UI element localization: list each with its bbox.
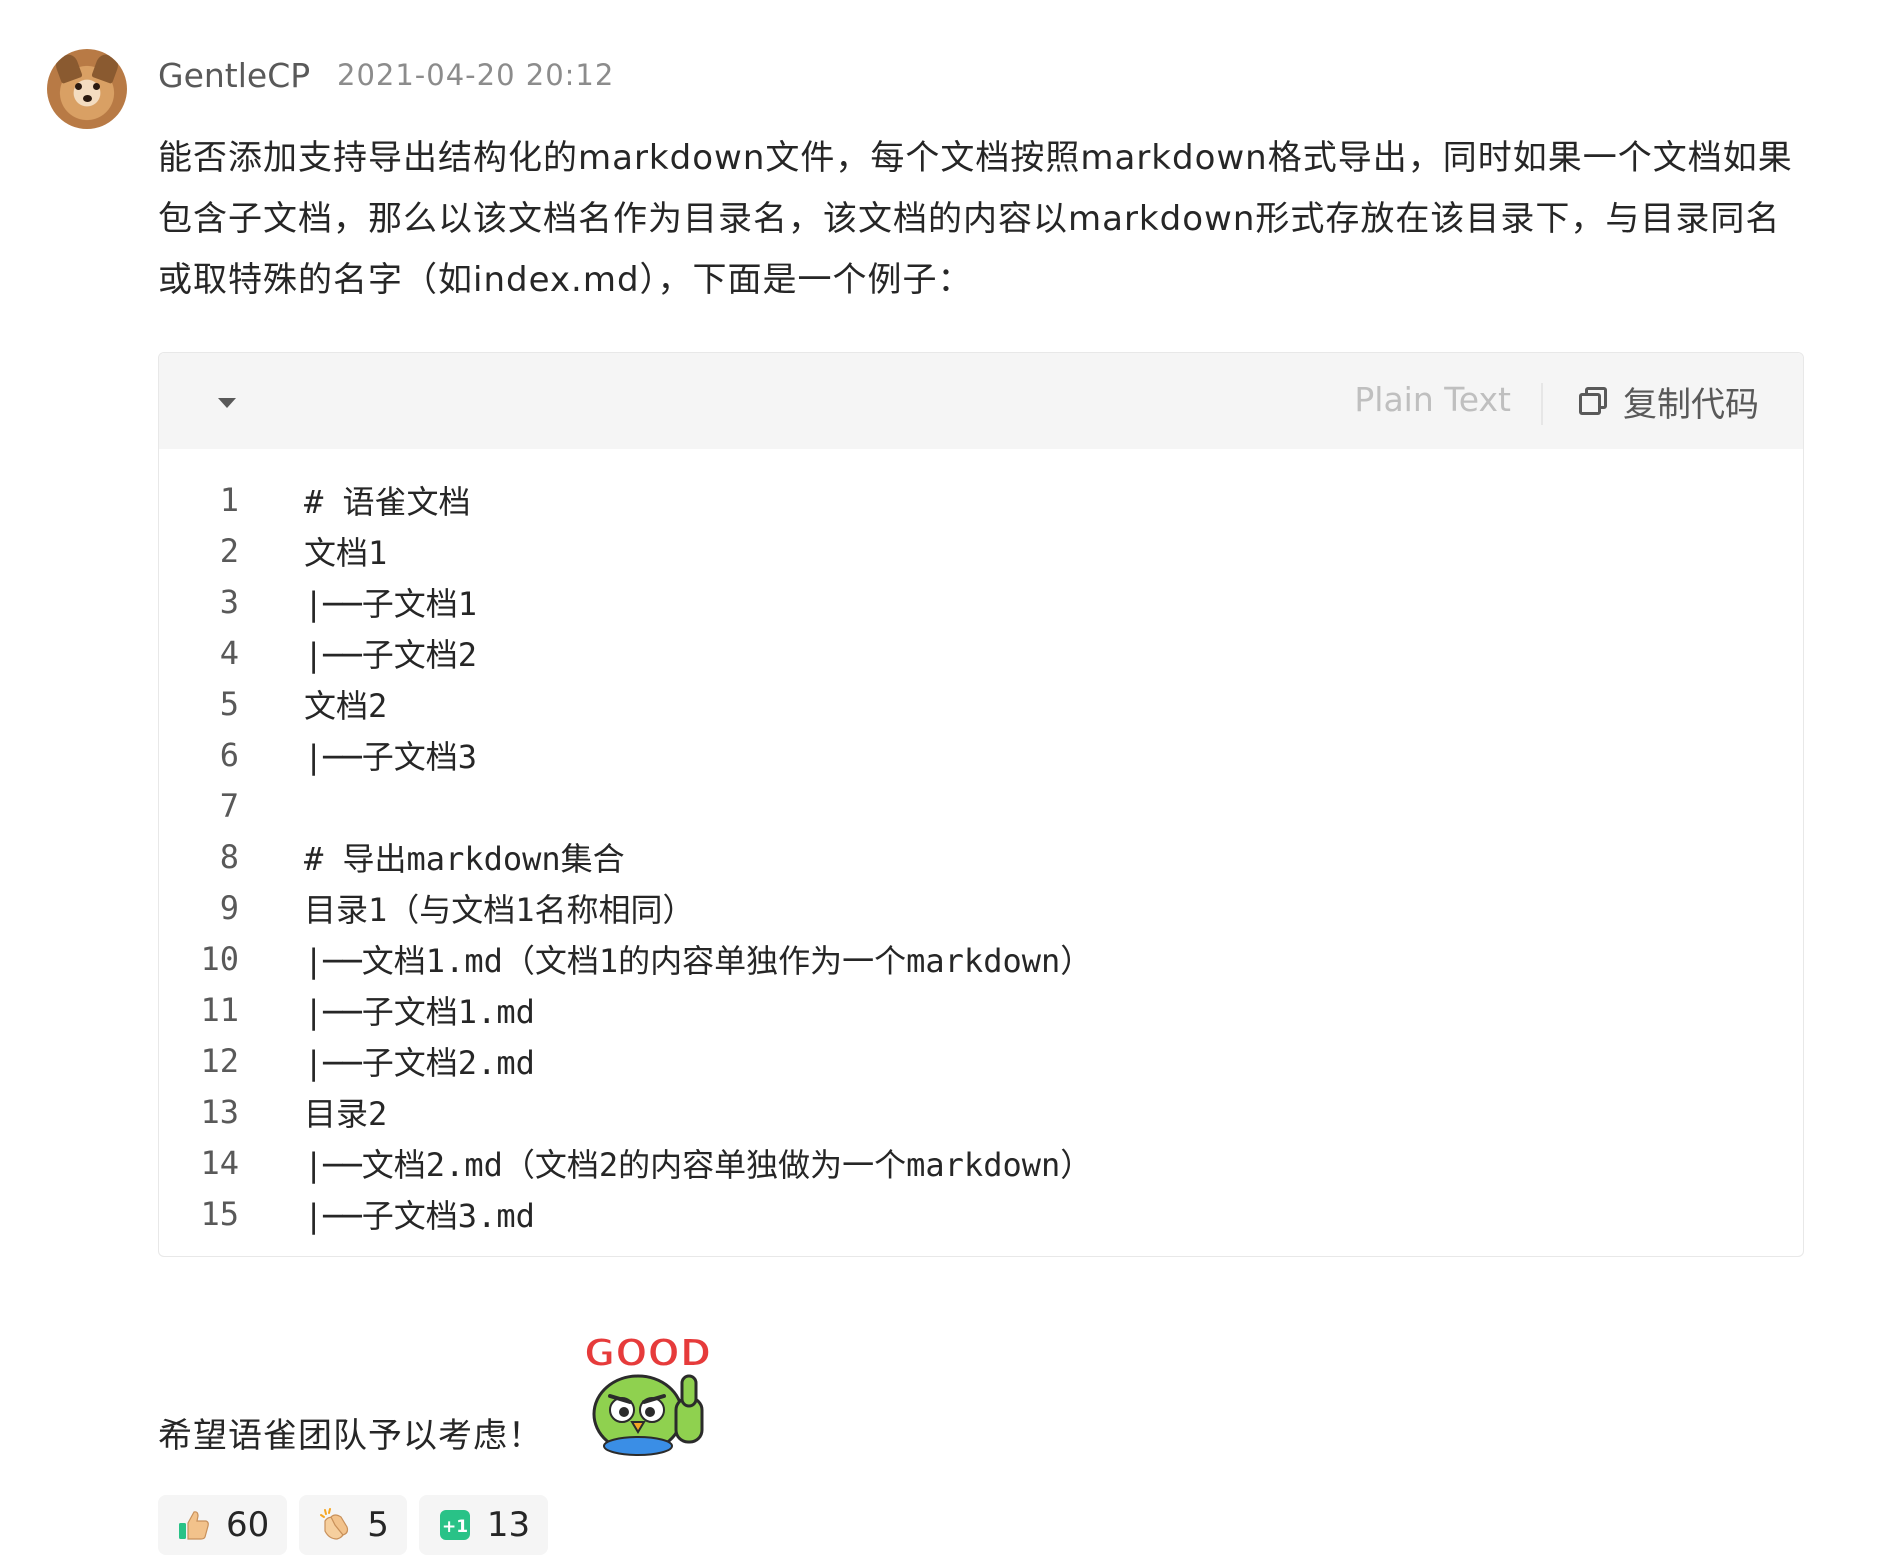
line-number: 5 (219, 684, 239, 723)
line-number: 11 (200, 990, 239, 1029)
line-number: 14 (200, 1143, 239, 1182)
copy-icon (1579, 387, 1607, 415)
line-content: 文档2 (304, 686, 388, 725)
code-line: 14 |──文档2.md（文档2的内容单独做为一个markdown） (159, 1137, 1803, 1188)
line-number: 7 (219, 786, 239, 825)
sticker-text: GOOD (584, 1331, 711, 1375)
code-line: 7 (159, 780, 1803, 831)
thumbs-up-icon (176, 1507, 212, 1543)
code-line: 5 文档2 (159, 678, 1803, 729)
line-content: 目录2 (304, 1094, 388, 1133)
code-line: 11 |──子文档1.md (159, 984, 1803, 1035)
line-content: |──子文档1.md (304, 992, 535, 1031)
line-number: 8 (219, 837, 239, 876)
line-content: |──子文档3.md (304, 1196, 535, 1235)
code-line: 15 |──子文档3.md (159, 1188, 1803, 1239)
line-content: # 导出markdown集合 (304, 839, 625, 878)
line-number: 1 (219, 480, 239, 519)
collapse-caret-icon[interactable] (218, 398, 236, 408)
code-line: 2 文档1 (159, 525, 1803, 576)
copy-code-label: 复制代码 (1623, 384, 1759, 425)
code-line: 9 目录1（与文档1名称相同） (159, 882, 1803, 933)
line-content: |──文档2.md（文档2的内容单独做为一个markdown） (304, 1145, 1093, 1184)
reaction-plus-one[interactable]: +1 13 (418, 1495, 549, 1555)
reaction-thumbs-up[interactable]: 60 (158, 1495, 288, 1555)
reaction-clap[interactable]: 5 (299, 1495, 407, 1555)
header-divider (1541, 383, 1543, 425)
line-content: # 语雀文档 (304, 482, 471, 521)
code-line: 10 |──文档1.md（文档1的内容单独作为一个markdown） (159, 933, 1803, 984)
code-line: 4 |──子文档2 (159, 627, 1803, 678)
line-content: |──子文档2.md (304, 1043, 535, 1082)
line-number: 2 (219, 531, 239, 570)
copy-code-button[interactable]: 复制代码 (1579, 377, 1759, 425)
line-number: 4 (219, 633, 239, 672)
comment-timestamp: 2021-04-20 20:12 (337, 58, 615, 92)
good-bird-sticker-icon: GOOD (583, 1330, 712, 1456)
author-name[interactable]: GentleCP (158, 56, 310, 95)
plus-one-label: +1 (442, 1517, 468, 1537)
code-block-header: Plain Text 复制代码 (159, 353, 1803, 449)
reaction-count: 60 (226, 1505, 270, 1545)
comment-body: 能否添加支持导出结构化的markdown文件，每个文档按照markdown格式导… (158, 138, 1793, 300)
reaction-count: 13 (486, 1505, 531, 1545)
line-content: |──子文档3 (304, 737, 478, 776)
line-content: 目录1（与文档1名称相同） (304, 890, 695, 929)
code-line: 8 # 导出markdown集合 (159, 831, 1803, 882)
line-content: 文档1 (304, 533, 388, 572)
closing-text: 希望语雀团队予以考虑！ (158, 1416, 543, 1456)
code-line: 1 # 语雀文档 (159, 474, 1803, 525)
line-number: 10 (200, 939, 239, 978)
line-number: 15 (200, 1194, 239, 1233)
code-line: 6 |──子文档3 (159, 729, 1803, 780)
code-language-label[interactable]: Plain Text (1354, 380, 1511, 419)
code-line: 3 |──子文档1 (159, 576, 1803, 627)
plus-one-icon: +1 (437, 1507, 473, 1543)
code-line: 13 目录2 (159, 1086, 1803, 1137)
code-body: 1 # 语雀文档 2 文档1 3 |──子文档1 4 |──子文档2 5 文档2 6 |──… (159, 449, 1803, 1239)
line-number: 6 (219, 735, 239, 774)
avatar[interactable] (47, 49, 127, 129)
line-content: |──文档1.md（文档1的内容单独作为一个markdown） (304, 941, 1093, 980)
reaction-bar: 60 5 +1 13 (158, 1495, 549, 1555)
clapping-hands-icon (317, 1507, 353, 1543)
line-number: 13 (200, 1092, 239, 1131)
line-number: 3 (219, 582, 239, 621)
code-line: 12 |──子文档2.md (159, 1035, 1803, 1086)
line-number: 9 (219, 888, 239, 927)
line-content: |──子文档1 (304, 584, 478, 623)
reaction-count: 5 (367, 1505, 389, 1545)
code-block: Plain Text 复制代码 1 # 语雀文档 2 文档1 3 |──子文档1 4 |… (158, 352, 1804, 1257)
line-number: 12 (200, 1041, 239, 1080)
line-content: |──子文档2 (304, 635, 478, 674)
